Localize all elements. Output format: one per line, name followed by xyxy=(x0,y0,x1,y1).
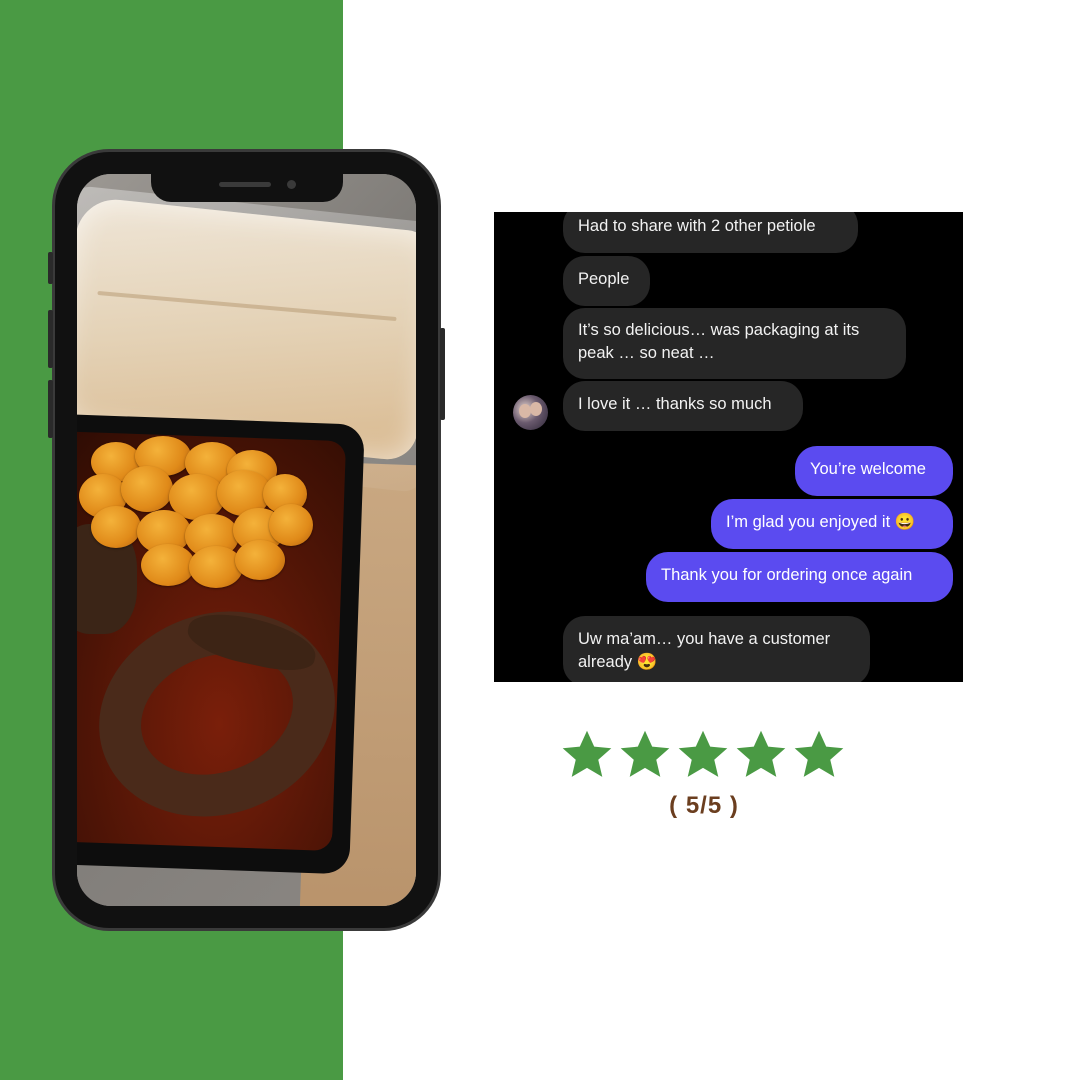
received-message: People xyxy=(563,256,650,306)
avatar-face xyxy=(530,402,542,416)
phone-volume-up-button xyxy=(48,310,53,368)
star-icon xyxy=(562,730,612,777)
star-icon xyxy=(620,730,670,777)
phone-silent-switch xyxy=(48,252,53,284)
received-message: Uw ma’am… you have a customer already 😍 xyxy=(563,616,870,682)
phone-volume-down-button xyxy=(48,380,53,438)
plantain-slice xyxy=(189,546,243,588)
plantain-slice xyxy=(235,540,285,580)
received-message: Had to share with 2 other petiole xyxy=(563,212,858,253)
star-icon xyxy=(736,730,786,777)
star-icon xyxy=(678,730,728,777)
star-icon xyxy=(794,730,844,777)
rating-score: ( 5/5 ) xyxy=(669,792,739,819)
phone-mockup xyxy=(48,152,445,928)
plantain-slice xyxy=(121,466,173,512)
sent-message: You’re welcome xyxy=(795,446,953,496)
chat-screenshot: Had to share with 2 other petiole People… xyxy=(494,212,963,682)
received-message: I love it … thanks so much xyxy=(563,381,803,431)
received-message: It’s so delicious… was packaging at its … xyxy=(563,308,906,379)
front-camera-icon xyxy=(287,180,296,189)
sent-message: I’m glad you enjoyed it 😀 xyxy=(711,499,953,549)
testimonial-canvas: Had to share with 2 other petiole People… xyxy=(0,0,1080,1080)
plantain-slice xyxy=(91,506,141,548)
plantain-slice xyxy=(269,504,313,546)
speaker-grille xyxy=(219,182,271,187)
phone-screen xyxy=(77,174,416,906)
star-rating xyxy=(560,728,850,784)
phone-notch xyxy=(151,174,343,202)
sent-message: Thank you for ordering once again xyxy=(646,552,953,602)
phone-power-button xyxy=(440,328,445,420)
profile-avatar-icon xyxy=(513,395,548,430)
avatar-face xyxy=(519,404,531,418)
plantain-slice xyxy=(141,544,195,586)
